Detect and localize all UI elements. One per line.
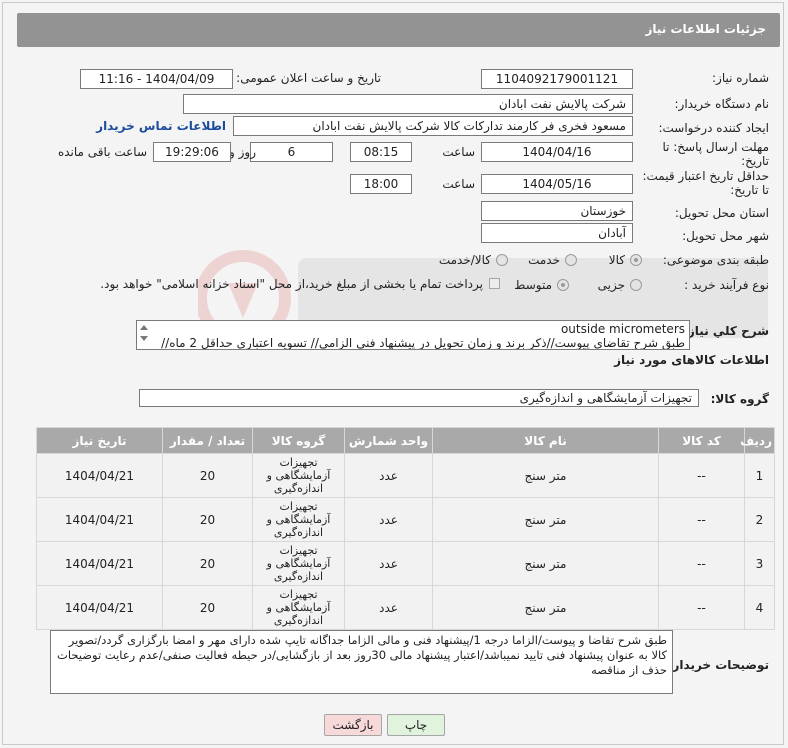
table-header-row: ردیف کد کالا نام کالا واحد شمارش گروه کا… xyxy=(36,427,775,454)
cell-unit: عدد xyxy=(344,541,433,586)
reply-deadline-label: مهلت ارسال پاسخ: تا تاریخ: xyxy=(662,140,769,168)
scroll-down-icon[interactable] xyxy=(140,336,148,341)
remaining-label: ساعت باقی مانده xyxy=(57,145,147,159)
col-item-name: نام کالا xyxy=(432,427,659,454)
province-label: استان محل تحویل: xyxy=(674,206,769,220)
scroll-up-icon[interactable] xyxy=(140,325,148,330)
col-group: گروه کالا xyxy=(252,427,345,454)
goods-group-label: گروه کالا: xyxy=(710,392,769,406)
back-button[interactable]: بازگشت xyxy=(324,714,382,736)
cell-quantity: 20 xyxy=(162,453,253,498)
cell-need-date: 1404/04/21 xyxy=(36,541,163,586)
table-row[interactable]: 2 -- متر سنج عدد تجهیزات آزمایشگاهی و ان… xyxy=(36,497,775,542)
announce-label: تاریخ و ساعت اعلان عمومی: xyxy=(236,71,381,85)
table-row[interactable]: 4 -- متر سنج عدد تجهیزات آزمایشگاهی و ان… xyxy=(36,585,775,630)
cell-item-name: متر سنج xyxy=(432,541,659,586)
process-radio-minor[interactable] xyxy=(630,279,642,291)
process-radio-medium[interactable] xyxy=(557,279,569,291)
panel-header: جزئیات اطلاعات نیاز xyxy=(17,13,780,47)
category-option-goods: کالا xyxy=(608,253,625,267)
buyer-notes-textarea[interactable]: طبق شرح تقاضا و پیوست/الزاما درجه 1/پیشن… xyxy=(50,630,673,694)
cell-unit: عدد xyxy=(344,453,433,498)
goods-section-title: اطلاعات کالاهای مورد نیاز xyxy=(614,353,769,367)
print-button[interactable]: چاپ xyxy=(387,714,445,736)
cell-item-name: متر سنج xyxy=(432,585,659,630)
cell-row-number: 1 xyxy=(744,453,775,498)
col-need-date: تاریخ نیاز xyxy=(36,427,163,454)
cell-row-number: 2 xyxy=(744,497,775,542)
col-unit: واحد شمارش xyxy=(344,427,433,454)
cell-group: تجهیزات آزمایشگاهی و اندازه‌گیری xyxy=(252,541,345,586)
reply-date-field[interactable]: 1404/04/16 xyxy=(481,142,633,162)
cell-quantity: 20 xyxy=(162,585,253,630)
cell-item-code: -- xyxy=(658,497,745,542)
treasury-payment-checkbox[interactable] xyxy=(489,278,500,289)
cell-item-name: متر سنج xyxy=(432,453,659,498)
contact-info-link[interactable]: اطلاعات تماس خریدار xyxy=(96,119,226,133)
cell-unit: عدد xyxy=(344,585,433,630)
process-label: نوع فرآیند خرید : xyxy=(684,278,769,292)
remaining-time-field[interactable]: 19:29:06 xyxy=(153,142,231,162)
announce-field[interactable]: 1404/04/09 - 11:16 xyxy=(80,69,233,89)
cell-item-code: -- xyxy=(658,585,745,630)
reply-time-field[interactable]: 08:15 xyxy=(350,142,412,162)
contact-link-wrap: اطلاعات تماس خریدار xyxy=(96,119,226,133)
description-line-1: outside micrometers xyxy=(560,322,685,336)
creator-field[interactable]: مسعود فخری فر کارمند تدارکات کالا شرکت پ… xyxy=(233,116,633,136)
treasury-payment-note: پرداخت تمام یا بخشی از مبلغ خرید،از محل … xyxy=(100,277,483,291)
cell-item-code: -- xyxy=(658,453,745,498)
process-option-medium: متوسط xyxy=(514,278,552,292)
reply-time-label: ساعت xyxy=(442,145,475,159)
cell-item-code: -- xyxy=(658,541,745,586)
col-row-number: ردیف xyxy=(740,427,775,454)
cell-row-number: 4 xyxy=(744,585,775,630)
need-number-field[interactable]: 1104092179001121 xyxy=(481,69,633,89)
price-date-field[interactable]: 1404/05/16 xyxy=(481,174,633,194)
cell-group: تجهیزات آزمایشگاهی و اندازه‌گیری xyxy=(252,453,345,498)
province-field[interactable]: خوزستان xyxy=(481,201,633,221)
category-option-goods-service: کالا/خدمت xyxy=(438,253,491,267)
col-item-code: کد کالا xyxy=(658,427,745,454)
buyer-notes-text: طبق شرح تقاضا و پیوست/الزاما درجه 1/پیشن… xyxy=(57,633,667,677)
cell-group: تجهیزات آزمایشگاهی و اندازه‌گیری xyxy=(252,585,345,630)
description-line-2: طبق شرح تقاضای پیوست//ذکر برند و زمان تح… xyxy=(161,336,685,350)
cell-row-number: 3 xyxy=(744,541,775,586)
days-label: روز و xyxy=(229,145,256,159)
category-radio-goods-service[interactable] xyxy=(496,254,508,266)
buyer-notes-label: توضیحات خریدار: xyxy=(667,658,769,672)
description-textarea[interactable]: outside micrometers طبق شرح تقاضای پیوست… xyxy=(136,320,690,350)
cell-group: تجهیزات آزمایشگاهی و اندازه‌گیری xyxy=(252,497,345,542)
category-radio-service[interactable] xyxy=(565,254,577,266)
cell-need-date: 1404/04/21 xyxy=(36,585,163,630)
price-time-field[interactable]: 18:00 xyxy=(350,174,412,194)
city-field[interactable]: آبادان xyxy=(481,223,633,243)
category-option-service: خدمت xyxy=(528,253,560,267)
cell-item-name: متر سنج xyxy=(432,497,659,542)
panel-title: جزئیات اطلاعات نیاز xyxy=(645,22,766,36)
details-panel: جزئیات اطلاعات نیاز شماره نیاز: 11040921… xyxy=(2,2,784,745)
process-option-minor: جزیی xyxy=(597,278,625,292)
items-table: ردیف کد کالا نام کالا واحد شمارش گروه کا… xyxy=(36,427,775,630)
category-radio-goods[interactable] xyxy=(630,254,642,266)
cell-quantity: 20 xyxy=(162,497,253,542)
table-row[interactable]: 1 -- متر سنج عدد تجهیزات آزمایشگاهی و ان… xyxy=(36,453,775,498)
description-label: شرح کلي نياز: xyxy=(683,324,769,338)
city-label: شهر محل تحویل: xyxy=(682,229,769,243)
creator-label: ایجاد کننده درخواست: xyxy=(658,121,769,135)
category-label: طبقه بندی موضوعی: xyxy=(662,253,769,267)
cell-quantity: 20 xyxy=(162,541,253,586)
goods-group-field[interactable]: تجهیزات آزمایشگاهی و اندازه‌گیری xyxy=(139,389,699,407)
col-quantity: تعداد / مقدار xyxy=(162,427,253,454)
need-number-label: شماره نیاز: xyxy=(712,71,769,85)
buyer-org-label: نام دستگاه خریدار: xyxy=(674,97,770,111)
cell-unit: عدد xyxy=(344,497,433,542)
days-field[interactable]: 6 xyxy=(250,142,333,162)
table-row[interactable]: 3 -- متر سنج عدد تجهیزات آزمایشگاهی و ان… xyxy=(36,541,775,586)
price-time-label: ساعت xyxy=(442,177,475,191)
price-deadline-label: حداقل تاریخ اعتبار قیمت: تا تاریخ: xyxy=(642,169,769,197)
cell-need-date: 1404/04/21 xyxy=(36,497,163,542)
cell-need-date: 1404/04/21 xyxy=(36,453,163,498)
buyer-org-field[interactable]: شرکت پالایش نفت ابادان xyxy=(183,94,633,114)
